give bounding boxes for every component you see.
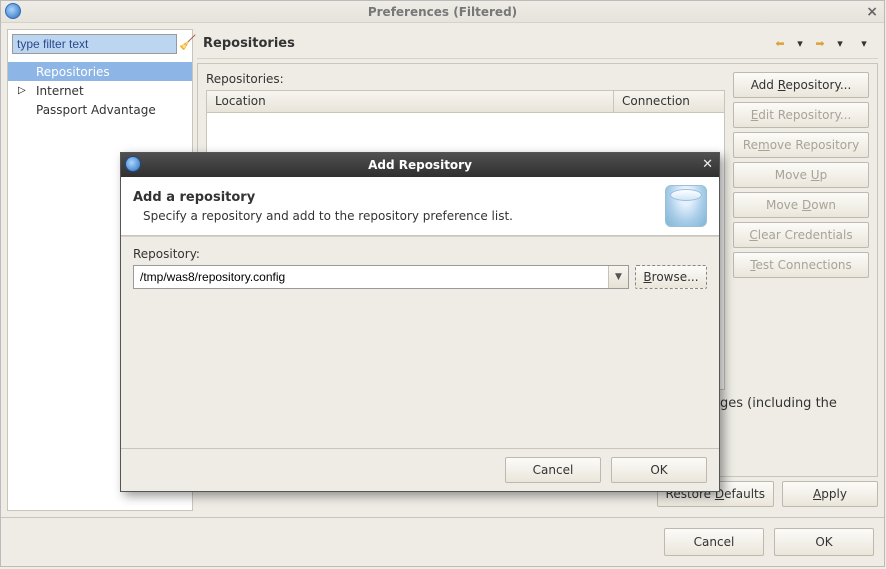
dialog-body: Repository: ▼ Browse... bbox=[121, 236, 719, 448]
browse-button[interactable]: Browse... bbox=[635, 265, 707, 289]
test-connections-button: Test Connections bbox=[733, 252, 869, 278]
cancel-button[interactable]: Cancel bbox=[664, 528, 764, 556]
sidebar-item-label: Passport Advantage bbox=[36, 103, 156, 117]
add-repository-button[interactable]: Add Repository... bbox=[733, 72, 869, 98]
expand-icon[interactable]: ▷ bbox=[18, 85, 26, 96]
repository-field-row: ▼ Browse... bbox=[133, 265, 707, 289]
repository-input[interactable] bbox=[134, 266, 608, 288]
clear-filter-icon[interactable]: 🧹 bbox=[179, 34, 196, 52]
table-header-row: Location Connection bbox=[207, 91, 724, 113]
edit-repository-button: Edit Repository... bbox=[733, 102, 869, 128]
panel-header: Repositories ⬅ ▾ ➡ ▾ ▾ bbox=[197, 29, 878, 59]
dropdown-icon[interactable]: ▼ bbox=[608, 266, 628, 288]
filter-row: 🧹 bbox=[8, 30, 192, 58]
dialog-heading: Add a repository bbox=[133, 190, 665, 205]
column-connection[interactable]: Connection bbox=[614, 91, 724, 113]
add-repository-dialog: Add Repository ✕ Add a repository Specif… bbox=[120, 152, 720, 492]
window-titlebar: Preferences (Filtered) × bbox=[1, 1, 884, 23]
dialog-cancel-button[interactable]: Cancel bbox=[505, 457, 601, 483]
apply-button[interactable]: Apply bbox=[782, 481, 878, 507]
app-icon bbox=[5, 3, 21, 19]
page-title: Repositories bbox=[203, 36, 295, 51]
sidebar-item-internet[interactable]: ▷ Internet bbox=[8, 81, 192, 100]
filter-input[interactable] bbox=[12, 34, 177, 54]
nav-forward-icon[interactable]: ➡ bbox=[812, 36, 828, 52]
window-title: Preferences (Filtered) bbox=[368, 5, 517, 19]
repository-field-label: Repository: bbox=[133, 247, 707, 261]
nav-back-menu-icon[interactable]: ▾ bbox=[792, 36, 808, 52]
dialog-app-icon bbox=[125, 156, 141, 172]
ok-button[interactable]: OK bbox=[774, 528, 874, 556]
move-down-button: Move Down bbox=[733, 192, 869, 218]
close-icon[interactable]: × bbox=[866, 4, 878, 20]
dialog-header-text: Add a repository Specify a repository an… bbox=[133, 190, 665, 223]
bottom-bar: Cancel OK bbox=[1, 517, 884, 566]
database-icon bbox=[665, 185, 707, 227]
sidebar-item-label: Repositories bbox=[36, 65, 110, 79]
move-up-button: Move Up bbox=[733, 162, 869, 188]
category-tree: Repositories ▷ Internet Passport Advanta… bbox=[8, 58, 192, 119]
column-location[interactable]: Location bbox=[207, 91, 614, 113]
dialog-footer: Cancel OK bbox=[121, 448, 719, 491]
sidebar-item-repositories[interactable]: Repositories bbox=[8, 62, 192, 81]
sidebar-item-label: Internet bbox=[36, 84, 84, 98]
view-menu-icon[interactable]: ▾ bbox=[856, 36, 872, 52]
clear-credentials-button: Clear Credentials bbox=[733, 222, 869, 248]
dialog-ok-button[interactable]: OK bbox=[611, 457, 707, 483]
nav-back-icon[interactable]: ⬅ bbox=[772, 36, 788, 52]
dialog-titlebar: Add Repository ✕ bbox=[121, 153, 719, 177]
dialog-close-icon[interactable]: ✕ bbox=[702, 157, 713, 172]
remove-repository-button: Remove Repository bbox=[733, 132, 869, 158]
dialog-title: Add Repository bbox=[368, 158, 472, 172]
nav-forward-menu-icon[interactable]: ▾ bbox=[832, 36, 848, 52]
truncated-option-text: ges (including the bbox=[720, 396, 837, 411]
repositories-label: Repositories: bbox=[206, 72, 725, 86]
sidebar-item-passport-advantage[interactable]: Passport Advantage bbox=[8, 100, 192, 119]
dialog-header: Add a repository Specify a repository an… bbox=[121, 177, 719, 236]
repository-combo[interactable]: ▼ bbox=[133, 265, 629, 289]
dialog-subheading: Specify a repository and add to the repo… bbox=[143, 209, 665, 223]
